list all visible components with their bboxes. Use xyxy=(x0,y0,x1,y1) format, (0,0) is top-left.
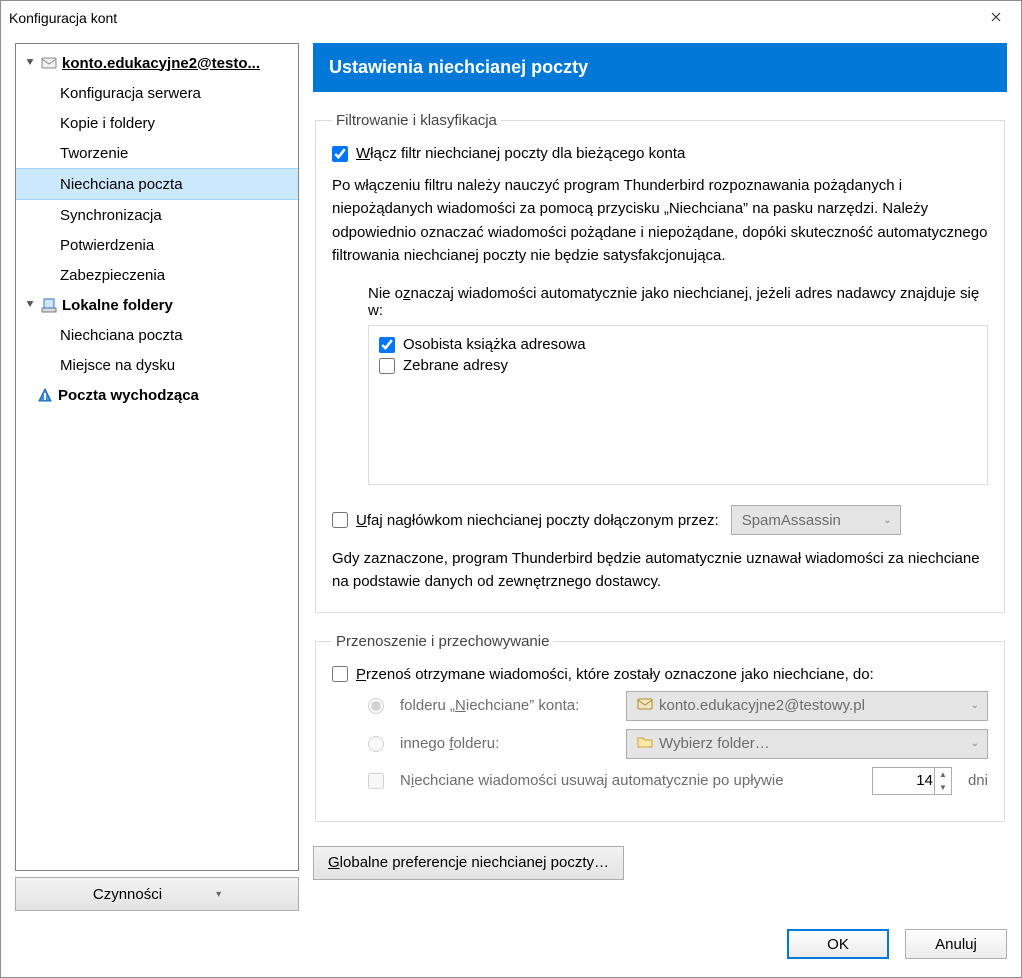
filtering-legend: Filtrowanie i klasyfikacja xyxy=(332,112,501,129)
mail-account-icon xyxy=(40,55,58,71)
chevron-down-icon[interactable]: ⯆ xyxy=(24,299,36,312)
address-book-list[interactable]: Osobista książka adresowa Zebrane adresy xyxy=(368,325,988,485)
auto-delete-label: Niechciane wiadomości usuwaj automatyczn… xyxy=(400,772,856,789)
destination-legend: Przenoszenie i przechowywanie xyxy=(332,633,553,650)
other-folder-label: innego folderu: xyxy=(400,735,610,752)
addressbook-personal[interactable]: Osobista książka adresowa xyxy=(379,336,977,353)
close-icon xyxy=(991,9,1001,27)
spin-down-icon[interactable]: ▼ xyxy=(935,781,951,794)
auto-delete-checkbox[interactable] xyxy=(368,773,384,789)
tree-item-junk[interactable]: Niechciana poczta xyxy=(16,168,298,200)
window-title: Konfiguracja kont xyxy=(9,10,979,26)
spin-up-icon[interactable]: ▲ xyxy=(935,768,951,781)
outgoing-icon xyxy=(36,387,54,403)
global-junk-prefs-button[interactable]: Globalne preferencje niechcianej poczty… xyxy=(313,846,624,880)
addressbook-collected[interactable]: Zebrane adresy xyxy=(379,357,977,374)
actions-button[interactable]: Czynności ▾ xyxy=(15,877,299,911)
junk-folder-radio-row: folderu „Niechciane” konta: konto.edukac… xyxy=(332,691,988,721)
account-label: konto.edukacyjne2@testo... xyxy=(62,55,260,72)
auto-delete-row: Niechciane wiadomości usuwaj automatyczn… xyxy=(332,767,988,795)
account-node[interactable]: ⯆ konto.edukacyjne2@testo... xyxy=(16,48,298,78)
number-spinner[interactable]: ▲▼ xyxy=(934,768,951,794)
mail-account-icon xyxy=(637,696,653,716)
enable-junk-filter-input[interactable] xyxy=(332,146,348,162)
sidebar: ⯆ konto.edukacyjne2@testo... Konfiguracj… xyxy=(15,43,299,911)
chevron-down-icon[interactable]: ⯆ xyxy=(24,57,36,70)
dropdown-caret-icon: ⌄ xyxy=(971,700,979,711)
titlebar: Konfiguracja kont xyxy=(1,1,1021,35)
tree-item-disk-space[interactable]: Miejsce na dysku xyxy=(16,350,298,380)
move-junk-checkbox[interactable]: Przenoś otrzymane wiadomości, które zost… xyxy=(332,666,988,683)
junk-account-select[interactable]: konto.edukacyjne2@testowy.pl ⌄ xyxy=(626,691,988,721)
trust-headers-row: Ufaj nagłówkom niechcianej poczty dołącz… xyxy=(332,505,988,535)
enable-junk-filter-checkbox[interactable]: Włącz filtr niechcianej poczty dla bieżą… xyxy=(332,145,988,162)
tree-item-compose[interactable]: Tworzenie xyxy=(16,138,298,168)
addressbook-collected-input[interactable] xyxy=(379,358,395,374)
dropdown-caret-icon: ⌄ xyxy=(883,515,891,526)
tree-item-copies[interactable]: Kopie i foldery xyxy=(16,108,298,138)
main-panel: Ustawienia niechcianej poczty Filtrowani… xyxy=(313,43,1007,911)
days-number-field[interactable]: 14 ▲▼ xyxy=(872,767,952,795)
local-folders-node[interactable]: ⯆ Lokalne foldery xyxy=(16,290,298,320)
local-folders-icon xyxy=(40,297,58,313)
page-title: Ustawienia niechcianej poczty xyxy=(313,43,1007,92)
account-settings-dialog: Konfiguracja kont ⯆ konto.edukacyjne2@te… xyxy=(0,0,1022,978)
filter-description: Po włączeniu filtru należy nauczyć progr… xyxy=(332,174,988,267)
cancel-button[interactable]: Anuluj xyxy=(905,929,1007,959)
other-folder-radio-row: innego folderu: Wybierz folder… ⌄ xyxy=(332,729,988,759)
filtering-group: Filtrowanie i klasyfikacja Włącz filtr n… xyxy=(315,112,1005,613)
whitelist-label: Nie oznaczaj wiadomości automatycznie ja… xyxy=(368,285,988,319)
destination-group: Przenoszenie i przechowywanie Przenoś ot… xyxy=(315,633,1005,822)
tree-item-local-junk[interactable]: Niechciana poczta xyxy=(16,320,298,350)
other-folder-select[interactable]: Wybierz folder… ⌄ xyxy=(626,729,988,759)
junk-folder-label: folderu „Niechciane” konta: xyxy=(400,697,610,714)
addressbook-personal-input[interactable] xyxy=(379,337,395,353)
outgoing-label: Poczta wychodząca xyxy=(58,387,199,404)
days-unit: dni xyxy=(968,772,988,789)
whitelist-section: Nie oznaczaj wiadomości automatycznie ja… xyxy=(332,285,988,485)
trust-provider-select[interactable]: SpamAssassin ⌄ xyxy=(731,505,901,535)
trust-description: Gdy zaznaczone, program Thunderbird będz… xyxy=(332,547,988,594)
account-tree[interactable]: ⯆ konto.edukacyjne2@testo... Konfiguracj… xyxy=(15,43,299,871)
trust-headers-input[interactable] xyxy=(332,512,348,528)
other-folder-radio[interactable] xyxy=(368,736,384,752)
ok-button[interactable]: OK xyxy=(787,929,889,959)
folder-icon xyxy=(637,734,653,754)
tree-item-receipts[interactable]: Potwierdzenia xyxy=(16,230,298,260)
trust-headers-checkbox[interactable]: Ufaj nagłówkom niechcianej poczty dołącz… xyxy=(332,512,719,529)
move-junk-input[interactable] xyxy=(332,666,348,682)
tree-item-security[interactable]: Zabezpieczenia xyxy=(16,260,298,290)
tree-item-sync[interactable]: Synchronizacja xyxy=(16,200,298,230)
junk-folder-radio[interactable] xyxy=(368,698,384,714)
dialog-footer: OK Anuluj xyxy=(1,911,1021,977)
close-button[interactable] xyxy=(979,5,1013,31)
dropdown-caret-icon: ⌄ xyxy=(971,738,979,749)
local-folders-label: Lokalne foldery xyxy=(62,297,173,314)
outgoing-node[interactable]: Poczta wychodząca xyxy=(16,380,298,410)
dropdown-caret-icon: ▾ xyxy=(216,889,221,900)
tree-item-server[interactable]: Konfiguracja serwera xyxy=(16,78,298,108)
